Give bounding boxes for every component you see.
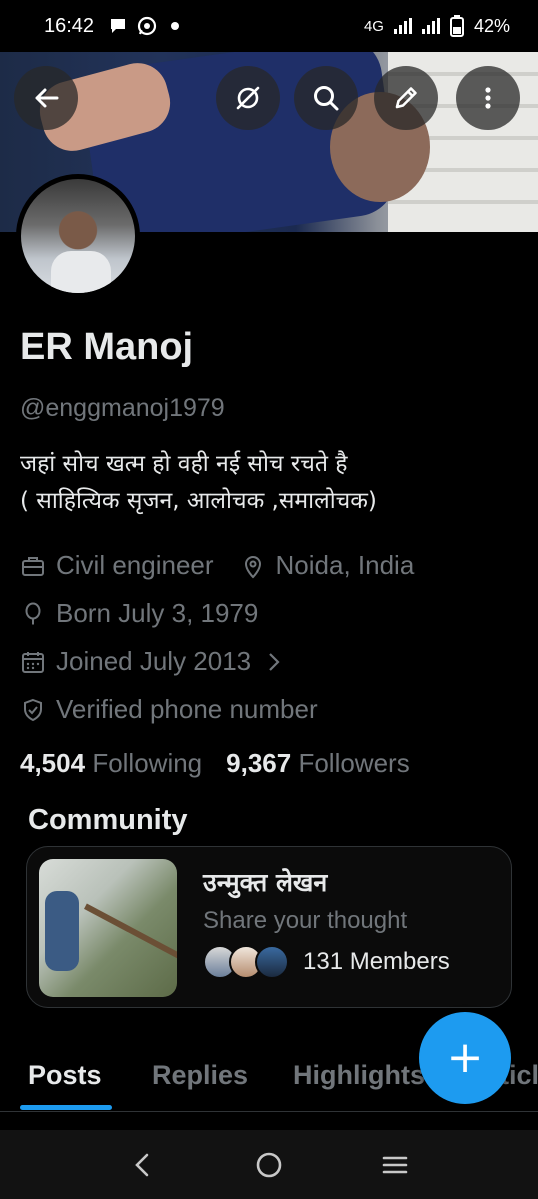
search-button[interactable] [294, 66, 358, 130]
community-name: उन्मुक्त लेखन [203, 868, 328, 897]
born-label: Born July 3, 1979 [56, 598, 259, 628]
tab-highlights[interactable]: Highlights [293, 1060, 425, 1091]
briefcase-icon [22, 556, 44, 576]
bio-line-1: जहां सोच खत्म हो वही नई सोच रचते है [20, 451, 348, 477]
avatar[interactable] [16, 174, 140, 298]
more-vert-icon [485, 87, 491, 109]
location-label: Noida, India [275, 550, 415, 580]
profile-handle: @enggmanoj1979 [20, 394, 225, 422]
thumb-rail [84, 903, 177, 961]
community-card[interactable]: उन्मुक्त लेखन Share your thought 131 Mem… [26, 846, 512, 1008]
battery-percent: 42% [473, 15, 510, 36]
network-label: 4G [363, 17, 384, 35]
nav-home-icon [256, 1152, 282, 1177]
chevron-right-icon [269, 652, 280, 671]
chat-icon [111, 19, 126, 33]
meta-row-verified: Verified phone number [20, 694, 344, 725]
balloon-icon [25, 602, 41, 624]
plus-icon: + [446, 1032, 484, 1083]
search-icon [314, 86, 339, 111]
dot-icon [171, 22, 180, 30]
back-button[interactable] [14, 66, 78, 130]
thumb-person [45, 891, 79, 971]
avatar-body [51, 251, 111, 293]
following-count: 4,504 [20, 748, 86, 778]
edit-icon [395, 87, 417, 109]
following-link[interactable]: 4,504 Following [20, 748, 202, 779]
joined-label: Joined July 2013 [56, 646, 252, 676]
tab-posts[interactable]: Posts [28, 1060, 102, 1091]
signal-icon [393, 18, 412, 34]
profile-bio: जहां सोच खत्म हो वही नई सोच रचते है ( सा… [20, 446, 377, 520]
nav-recents-button[interactable] [365, 1140, 425, 1190]
grok-button[interactable] [216, 66, 280, 130]
community-members: 131 Members [203, 945, 450, 979]
nav-home-button[interactable] [239, 1140, 299, 1190]
edit-button[interactable] [374, 66, 438, 130]
community-thumbnail [39, 859, 177, 997]
members-count: 131 Members [303, 948, 450, 975]
nav-back-icon [135, 1153, 149, 1176]
whatsapp-icon [137, 16, 157, 36]
followers-count: 9,367 [226, 748, 292, 778]
status-bar: 16:42 4G 42% [0, 0, 538, 52]
battery-icon [449, 15, 464, 37]
meta-row-born: Born July 3, 1979 [20, 598, 284, 629]
more-options-button[interactable] [456, 66, 520, 130]
meta-row-joined[interactable]: Joined July 2013 [20, 646, 313, 677]
grok-icon [236, 86, 260, 110]
bio-line-2: ( साहित्यिक सृजन, आलोचक ,समालोचक) [20, 488, 377, 514]
meta-row-work-location: Civil engineer Noida, India [20, 550, 440, 581]
compose-fab[interactable]: + [419, 1012, 511, 1104]
member-avatar [255, 945, 289, 979]
system-nav-bar [0, 1130, 538, 1199]
active-tab-indicator [20, 1105, 112, 1110]
nav-back-button[interactable] [113, 1140, 173, 1190]
following-label: Following [92, 748, 203, 778]
followers-link[interactable]: 9,367 Followers [226, 748, 410, 779]
signal-icon-2 [421, 18, 440, 34]
profession-label: Civil engineer [56, 550, 214, 580]
location-pin-icon [244, 555, 261, 578]
shield-check-icon [24, 698, 42, 721]
community-section-title: Community [28, 804, 188, 836]
followers-label: Followers [298, 748, 410, 778]
back-arrow-icon [35, 88, 59, 108]
calendar-icon [22, 651, 44, 673]
community-description: Share your thought [203, 907, 408, 934]
tab-replies[interactable]: Replies [152, 1060, 248, 1091]
status-time: 16:42 [44, 14, 95, 37]
follow-stats: 4,504 Following 9,367 Followers [20, 748, 410, 779]
nav-menu-icon [382, 1156, 408, 1173]
verified-label: Verified phone number [56, 694, 318, 724]
profile-name: ER Manoj [20, 326, 194, 368]
